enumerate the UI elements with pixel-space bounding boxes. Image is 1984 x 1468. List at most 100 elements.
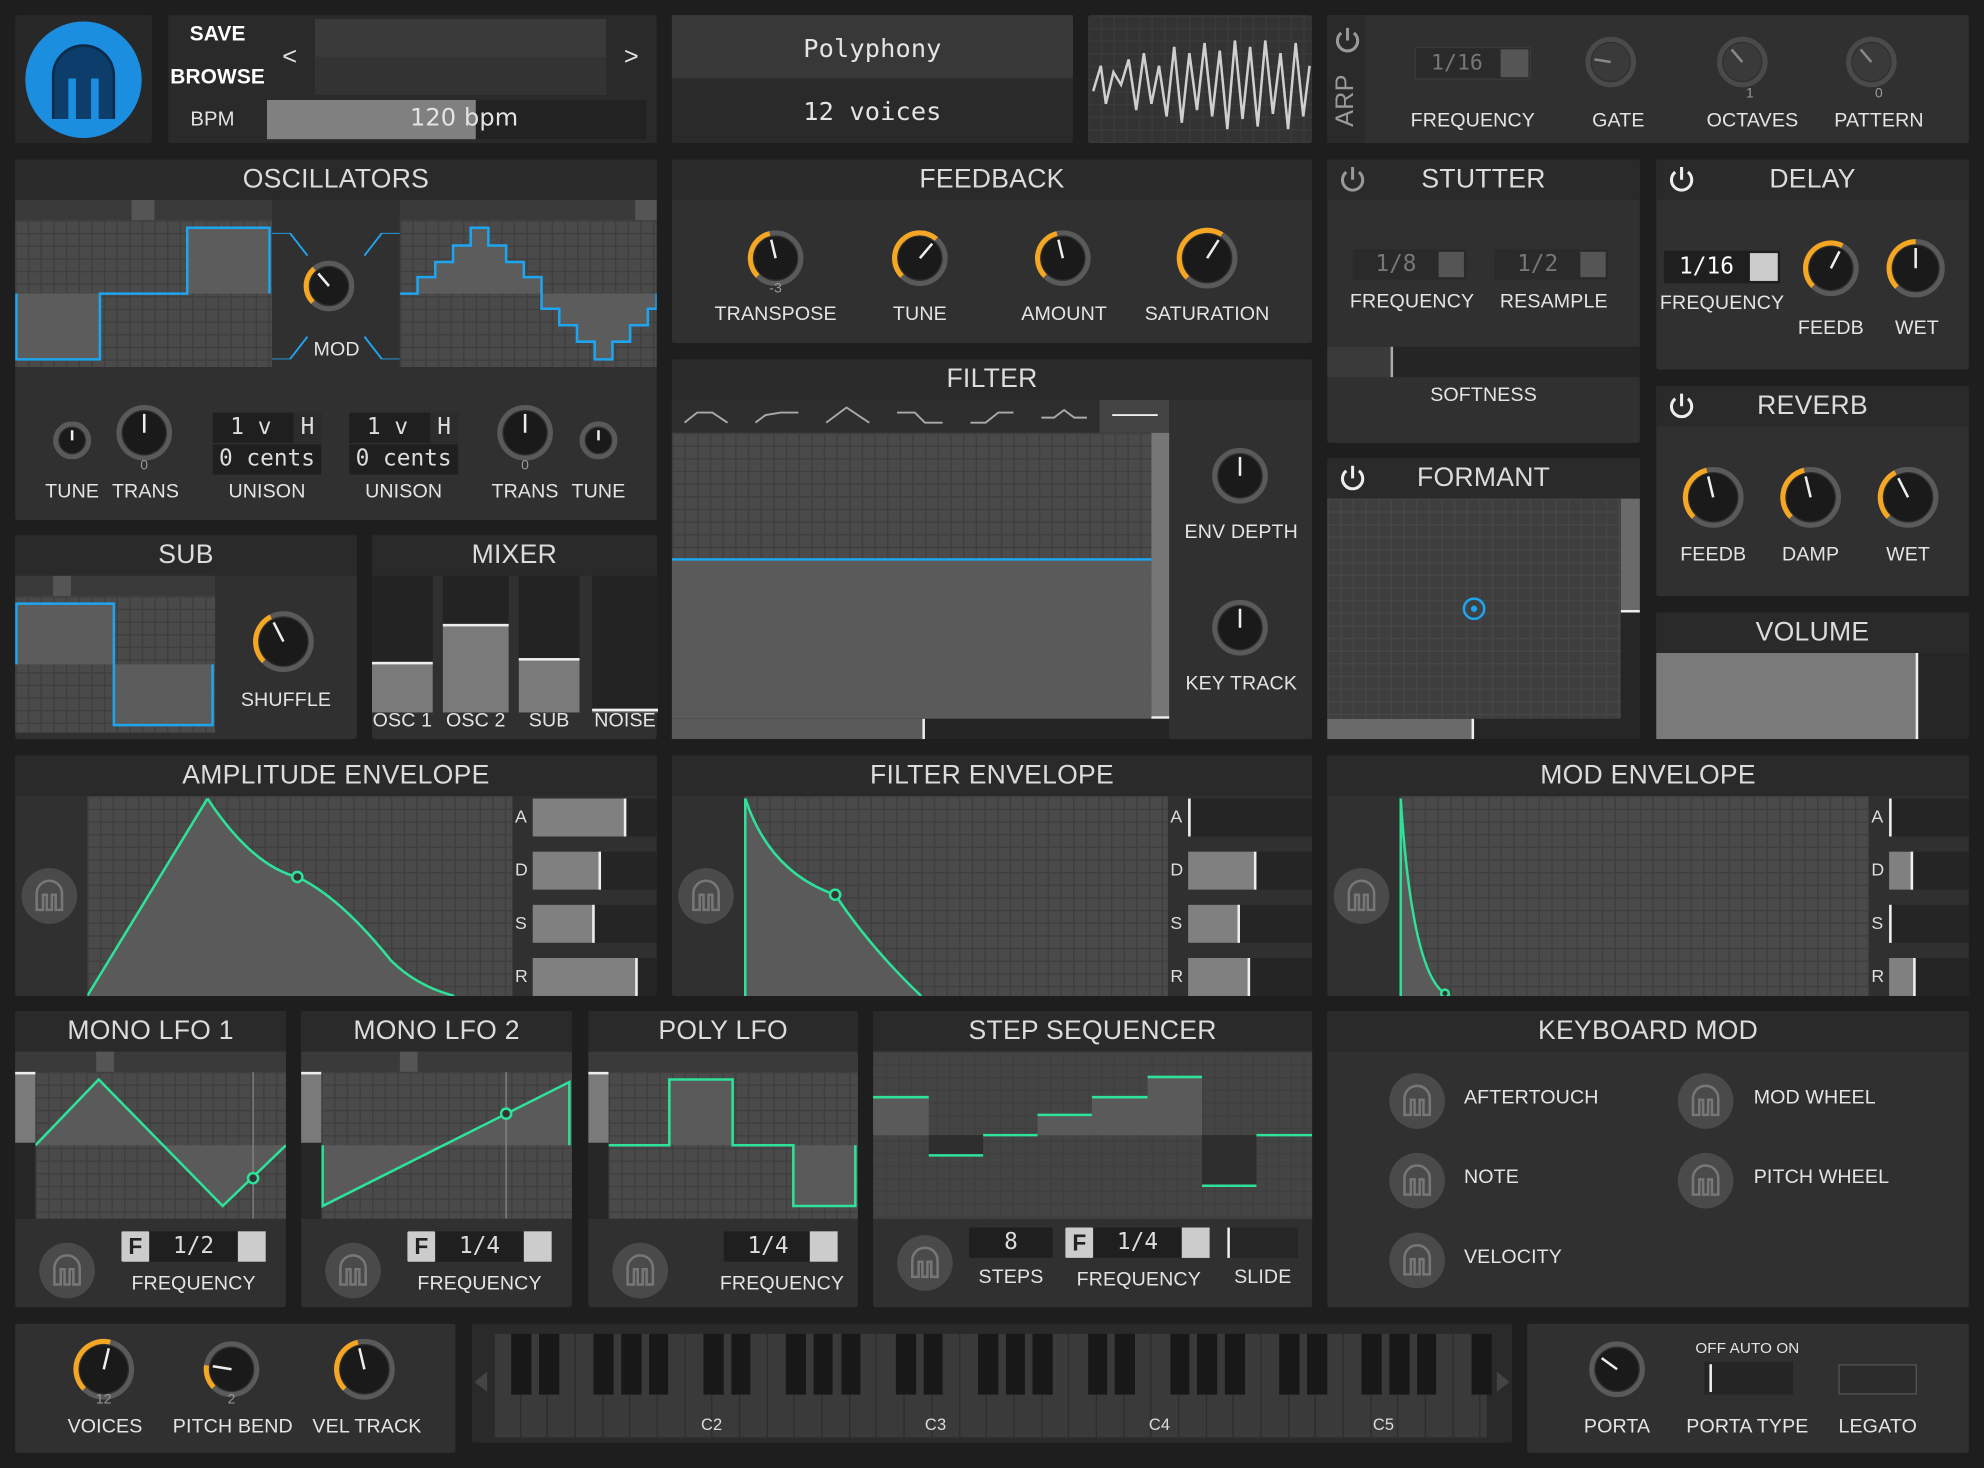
preset-name-field[interactable] [315,18,607,95]
polylfo-amp-slider[interactable] [588,1071,609,1219]
osc2-waveform[interactable] [399,220,658,367]
filter-env-graph[interactable] [743,795,1168,997]
amp-env-graph[interactable] [86,795,513,998]
polylfo-mod-source[interactable] [611,1241,669,1306]
lfo2-sync-f[interactable]: F [407,1231,436,1262]
polylfo-wave-selector[interactable] [588,1051,858,1072]
env-a-slider[interactable]: A [512,798,657,837]
osc2-unison-cents[interactable]: 0 cents [349,444,459,475]
next-preset-button[interactable]: > [611,43,651,72]
osc1-wave-selector[interactable] [15,199,273,221]
osc2-wave-selector[interactable] [399,199,657,221]
filter-cutoff-slider[interactable] [671,718,1170,740]
mod-env-adsr-sliders[interactable]: ADSR [1869,796,1969,996]
sub-wave-selector[interactable] [15,575,216,597]
formant-power-icon[interactable] [1337,463,1367,493]
pitch-wheel-mod-source[interactable] [1677,1152,1735,1217]
lfo2-frequency-box[interactable]: 1/4 [435,1231,524,1262]
feedback-tune-knob[interactable] [890,228,951,295]
piano-keyboard[interactable] [494,1333,1492,1438]
env-s-slider[interactable]: S [1869,904,1969,943]
step-sync-f[interactable]: F [1065,1227,1094,1258]
volume-slider[interactable] [1656,652,1969,740]
softness-slider[interactable] [1327,346,1640,378]
lfo1-frequency-box[interactable]: 1/2 [149,1231,238,1262]
formant-y-slider[interactable] [1620,498,1640,740]
reverb-wet-knob[interactable] [1875,464,1941,536]
mixer-noise-slider[interactable] [592,575,658,713]
lfo1-wave-selector[interactable] [15,1051,286,1072]
delay-feedb-knob[interactable] [1801,238,1862,305]
arp-power-icon[interactable] [1332,25,1362,55]
env-r-slider[interactable]: R [1168,957,1313,996]
lfo1-sync-f[interactable]: F [121,1231,150,1262]
amp-env-adsr-sliders[interactable]: ADSR [512,796,657,996]
lfo2-waveform[interactable] [321,1071,572,1219]
lfo2-wave-selector[interactable] [301,1051,572,1072]
note-icon[interactable] [1438,251,1464,278]
note-icon[interactable] [1580,251,1606,278]
env-r-slider[interactable]: R [1869,957,1969,996]
porta-type-selector[interactable] [1704,1361,1793,1395]
slide-slider[interactable] [1227,1227,1299,1258]
legato-toggle[interactable] [1838,1364,1917,1395]
filter-env-adsr-sliders[interactable]: ADSR [1168,796,1313,996]
prev-preset-button[interactable]: < [270,43,310,72]
lfo2-mod-source[interactable] [324,1241,382,1306]
filter-type-selector[interactable] [671,399,1170,433]
osc1-tune-knob[interactable] [51,419,94,468]
note-icon[interactable] [1500,49,1529,78]
note-icon[interactable] [237,1231,266,1262]
stutter-power-icon[interactable] [1337,165,1367,195]
reverb-power-icon[interactable] [1666,391,1696,421]
mod-env-graph[interactable] [1399,795,1869,999]
env-r-slider[interactable]: R [512,957,657,996]
lfo2-amp-slider[interactable] [301,1071,322,1219]
formant-xy-pad[interactable] [1327,498,1621,719]
note-icon[interactable] [1181,1227,1210,1258]
polylfo-waveform[interactable] [608,1071,858,1219]
mod-wheel-mod-source[interactable] [1677,1072,1735,1137]
keyboard-scroll-left-icon[interactable] [474,1371,488,1393]
osc1-unison-cents[interactable]: 0 cents [212,444,322,475]
mixer-sub-slider[interactable] [518,575,580,713]
mixer-osc1-slider[interactable] [371,575,433,713]
filter-env-mod-source[interactable] [677,867,735,932]
aftertouch-mod-source[interactable] [1388,1072,1446,1137]
porta-knob[interactable] [1587,1339,1648,1406]
lfo1-amp-slider[interactable] [15,1071,36,1219]
note-icon[interactable] [809,1231,838,1262]
mixer-osc2-slider[interactable] [442,575,509,713]
env-a-slider[interactable]: A [1168,798,1313,837]
env-d-slider[interactable]: D [1869,851,1969,890]
shuffle-knob[interactable] [251,609,317,681]
delay-wet-knob[interactable] [1884,237,1947,307]
step-frequency-box[interactable]: 1/4 [1093,1227,1182,1258]
step-sequencer-graph[interactable] [873,1051,1313,1219]
note-icon[interactable] [523,1231,552,1262]
velocity-mod-source[interactable] [1388,1231,1446,1296]
env-depth-knob[interactable] [1210,445,1271,512]
filter-response-graph[interactable] [671,432,1152,719]
delay-power-icon[interactable] [1666,165,1696,195]
formant-x-slider[interactable] [1327,718,1621,740]
browse-button[interactable]: BROWSE [168,66,267,90]
env-d-slider[interactable]: D [512,851,657,890]
reverb-damp-knob[interactable] [1778,464,1844,536]
osc1-unison-harmonize[interactable]: H [293,412,322,443]
amp-env-mod-source[interactable] [20,867,78,932]
key-track-knob[interactable] [1210,597,1271,664]
save-button[interactable]: SAVE [168,23,267,47]
lfo1-waveform[interactable] [34,1071,287,1219]
gate-knob[interactable] [1583,34,1639,96]
saturation-knob[interactable] [1174,225,1240,297]
reverb-feedb-knob[interactable] [1680,464,1746,536]
osc1-waveform[interactable] [15,220,273,367]
sub-waveform[interactable] [15,596,216,733]
step-mod-source[interactable] [896,1234,954,1299]
note-mod-source[interactable] [1388,1152,1446,1217]
vel-track-knob[interactable] [332,1336,398,1408]
env-s-slider[interactable]: S [512,904,657,943]
osc-mod-knob[interactable] [301,258,357,320]
env-d-slider[interactable]: D [1168,851,1313,890]
